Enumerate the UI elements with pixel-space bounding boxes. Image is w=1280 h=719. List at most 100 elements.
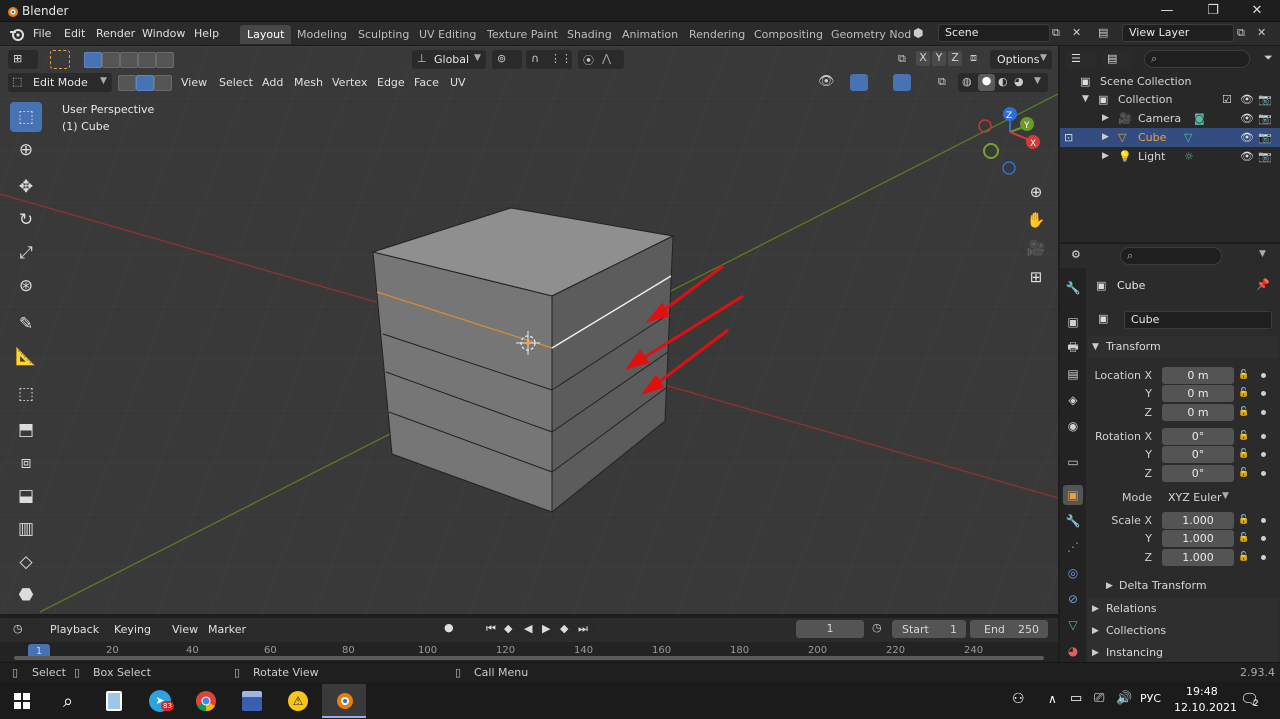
camera-data-icon[interactable]: ◙ [1194,109,1205,128]
record-keyframe-icon[interactable]: ● [444,621,454,634]
chrome-app-icon[interactable] [184,684,228,718]
camera-view-icon[interactable]: 🎥 [1023,235,1049,261]
timeline-editor-type-button[interactable]: ◷ [8,620,38,639]
lock-icon[interactable]: 🔓 [1238,468,1249,478]
current-frame-field[interactable]: 1 [796,620,864,638]
properties-search-input[interactable]: ⌕ [1120,247,1222,265]
search-icon[interactable]: ⌕ [46,684,90,718]
tool-tab-icon[interactable]: 🔧 [1063,278,1083,298]
extrude-tool-icon[interactable]: ⬒ [10,415,42,445]
tab-shading[interactable]: Shading [560,25,619,44]
tab-rendering[interactable]: Rendering [682,25,752,44]
location-y-field[interactable]: 0 m [1162,385,1234,402]
lock-icon[interactable]: 🔓 [1238,407,1249,417]
bevel-tool-icon[interactable]: ⬓ [10,481,42,511]
tab-geometry-nodes[interactable]: Geometry Nod [824,25,918,44]
tab-texture-paint[interactable]: Texture Paint [480,25,565,44]
display-mode-dropdown[interactable]: ▤ [1102,50,1132,69]
visibility-eye-icon[interactable]: 👁 [1240,90,1254,109]
telegram-app-icon[interactable]: ➤ 83 [138,684,182,718]
select-extend-mode-icon[interactable] [102,52,120,68]
play-reverse-icon[interactable]: ◀ [524,622,532,635]
select-new-mode-icon[interactable] [84,52,102,68]
mesh-data-tab-icon[interactable]: ▽ [1063,615,1083,635]
options-dropdown[interactable]: Options ▼ [990,50,1052,69]
lock-icon[interactable]: 🔓 [1238,533,1249,543]
mirror-z-button[interactable]: Z [948,51,962,66]
3d-viewport[interactable]: ⊞ ⊥ Global ▼ ⊚ ∩ ⋮⋮ ⦿ ⋀ ⧉ X Y Z ⧈ Options … [0,46,1058,614]
light-data-icon[interactable]: ☼ [1184,147,1194,166]
volume-icon[interactable]: 🔊 [1116,691,1132,706]
select-box-tool-icon[interactable]: ⬚ [10,102,42,132]
mirror-x-button[interactable]: X [916,51,930,66]
pin-icon[interactable]: 📌 [1256,278,1270,291]
mesh-data-icon[interactable]: ▽ [1184,128,1192,147]
transform-orientation-dropdown[interactable]: ⊥ Global ▼ [412,50,486,69]
end-frame-field[interactable]: End 250 [970,620,1048,638]
tab-uv-editing[interactable]: UV Editing [412,25,483,44]
start-frame-field[interactable]: Start 1 [892,620,966,638]
properties-editor-type-button[interactable]: ⚙ [1066,246,1096,265]
keyframe-dot-icon[interactable] [1261,373,1266,378]
tab-layout[interactable]: Layout [240,25,292,44]
modifier-tab-icon[interactable]: 🔧 [1063,511,1083,531]
viewport-scene[interactable] [0,46,1058,614]
outliner-row-scene-collection[interactable]: ▣ Scene Collection [1060,72,1280,91]
world-tab-icon[interactable]: ◉ [1063,416,1083,436]
network-icon[interactable]: ⎚ [1094,691,1104,706]
view-layer-tab-icon[interactable]: ▤ [1063,364,1083,384]
physics-tab-icon[interactable]: ◎ [1063,563,1083,583]
outliner-row-light[interactable]: ▶ 💡 Light ☼ 👁 📷 [1060,147,1280,166]
notifications-button[interactable]: 🗨 2 [1238,690,1264,712]
select-invert-mode-icon[interactable] [138,52,156,68]
measure-tool-icon[interactable]: 📐 [10,342,42,372]
next-keyframe-icon[interactable]: ◆ [560,622,568,635]
menu-edge[interactable]: Edge [377,76,405,89]
keyframe-dot-icon[interactable] [1261,471,1266,476]
keyframe-dot-icon[interactable] [1261,391,1266,396]
input-language-indicator[interactable]: РУС [1140,692,1161,705]
gizmo-toggle-icon[interactable] [850,74,868,91]
rotation-y-field[interactable]: 0° [1162,446,1234,463]
battery-icon[interactable]: ▭ [1070,691,1082,706]
people-icon[interactable]: ⚇ [1012,691,1025,707]
wireframe-shading-icon[interactable]: ◍ [962,75,972,88]
rotation-x-field[interactable]: 0° [1162,428,1234,445]
view-layer-icon[interactable]: ▤ [1098,26,1108,39]
lock-icon[interactable]: 🔓 [1238,431,1249,441]
visibility-icon[interactable]: 👁 [818,74,835,89]
save-disk-app-icon[interactable] [230,684,274,718]
face-select-mode-icon[interactable] [154,75,172,91]
location-z-field[interactable]: 0 m [1162,404,1234,421]
scale-x-field[interactable]: 1.000 [1162,512,1234,529]
timeline-ruler[interactable]: 1 20 40 60 80 100 120 140 160 180 200 22… [0,642,1058,662]
visibility-eye-icon[interactable]: 👁 [1240,147,1254,166]
menu-render[interactable]: Render [96,27,135,40]
menu-file[interactable]: File [33,27,51,40]
cursor-tool-icon[interactable]: ⊕ [10,135,42,165]
instancing-panel-header[interactable]: ▶ Instancing [1088,642,1278,662]
object-tab-icon[interactable]: ▣ [1063,485,1083,505]
object-browse-dropdown[interactable]: ▣ [1094,311,1122,329]
menu-view[interactable]: View [181,76,207,89]
outliner-search-input[interactable]: ⌕ [1144,50,1250,68]
play-icon[interactable]: ▶ [542,622,550,635]
solid-shading-icon[interactable]: ● [978,74,995,91]
edit-mode-toggle-icon[interactable]: ⊡ [1064,128,1073,147]
outliner-editor-type-button[interactable]: ☰ [1066,50,1096,69]
constraints-tab-icon[interactable]: ⊘ [1063,589,1083,609]
knife-tool-icon[interactable]: ◇ [10,547,42,577]
blender-menu-icon[interactable] [9,27,25,41]
expand-chevron-icon[interactable]: ▶ [1102,109,1109,128]
select-intersect-mode-icon[interactable] [156,52,174,68]
render-camera-icon[interactable]: 📷 [1258,109,1272,128]
editor-type-button[interactable]: ⊞ [8,50,38,69]
notepad-app-icon[interactable] [92,684,136,718]
outliner-row-collection[interactable]: ▼ ▣ Collection ☑ 👁 📷 [1060,90,1280,109]
clock-time[interactable]: 19:48 [1186,685,1218,698]
snap-toggle[interactable]: ∩ ⋮⋮ [526,50,572,69]
output-tab-icon[interactable]: 🖶 [1063,338,1083,358]
scene-browse-icon[interactable]: ⬢ [913,26,923,40]
xray-toggle-icon[interactable]: ⧉ [938,75,946,89]
gizmo-neg-y-icon[interactable] [983,143,999,159]
